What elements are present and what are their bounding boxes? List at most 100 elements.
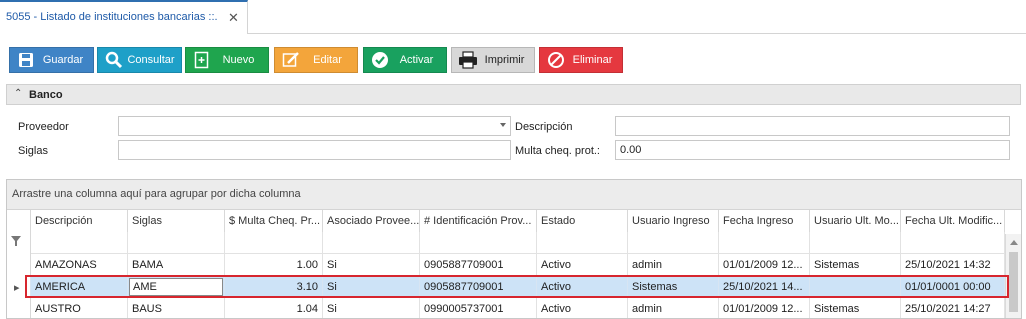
forbidden-icon xyxy=(545,49,567,71)
filter-cell-fecha-ingreso[interactable] xyxy=(719,232,810,254)
cell-usuario-ult-mod[interactable] xyxy=(810,276,901,298)
cell-usuario-ult-mod[interactable]: Sistemas xyxy=(810,298,901,318)
chevron-up-icon[interactable]: ⌃ xyxy=(14,88,22,99)
cell-fecha-ingreso[interactable]: 25/10/2021 14... xyxy=(719,276,810,298)
cell-identificacion[interactable]: 0905887709001 xyxy=(420,276,537,298)
cell-usuario-ingreso[interactable]: admin xyxy=(628,298,719,318)
cell-fecha-ult-mod[interactable]: 25/10/2021 14:32 xyxy=(901,254,1005,276)
multa-value: 0.00 xyxy=(620,144,642,156)
filter-cell-asociado[interactable] xyxy=(323,232,420,254)
edit-button[interactable]: Editar xyxy=(274,47,358,73)
cell-asociado[interactable]: Si xyxy=(323,276,420,298)
cell-identificacion[interactable]: 0990005737001 xyxy=(420,298,537,318)
column-header-asociado[interactable]: Asociado Provee... xyxy=(323,210,420,232)
row-focus-indicator-icon: ▸ xyxy=(7,276,31,298)
column-header-fecha-ingreso[interactable]: Fecha Ingreso xyxy=(719,210,810,232)
table-row-selected[interactable]: ▸ AMERICA AME 3.10 Si 0905887709001 Acti… xyxy=(7,276,1005,298)
save-button[interactable]: Guardar xyxy=(9,47,94,73)
new-button[interactable]: Nuevo xyxy=(185,47,269,73)
cell-estado[interactable]: Activo xyxy=(537,298,628,318)
group-by-area[interactable]: Arrastre una columna aquí para agrupar p… xyxy=(7,180,1021,210)
siglas-label: Siglas xyxy=(18,145,48,157)
tab-listado-instituciones[interactable]: 5055 - Listado de instituciones bancaria… xyxy=(0,0,248,34)
siglas-field[interactable] xyxy=(118,140,511,160)
cell-multa[interactable]: 3.10 xyxy=(225,276,323,298)
table-row[interactable]: AMAZONAS BAMA 1.00 Si 0905887709001 Acti… xyxy=(7,254,1005,276)
search-button[interactable]: Consultar xyxy=(97,47,182,73)
filter-cell-usuario-ult-mod[interactable] xyxy=(810,232,901,254)
descripcion-label: Descripción xyxy=(515,121,573,133)
cell-multa[interactable]: 1.04 xyxy=(225,298,323,318)
activate-button[interactable]: Activar xyxy=(363,47,447,73)
multa-field[interactable]: 0.00 xyxy=(615,140,1010,160)
printer-icon xyxy=(457,49,479,71)
close-icon[interactable]: ✕ xyxy=(228,10,239,26)
cell-asociado[interactable]: Si xyxy=(323,298,420,318)
cell-fecha-ingreso[interactable]: 01/01/2009 12... xyxy=(719,254,810,276)
cell-descripcion[interactable]: AUSTRO xyxy=(31,298,128,318)
save-button-label: Guardar xyxy=(42,54,84,66)
delete-button-label: Eliminar xyxy=(572,54,613,66)
print-button[interactable]: Imprimir xyxy=(451,47,535,73)
filter-row xyxy=(7,232,1005,254)
print-button-label: Imprimir xyxy=(484,54,525,66)
cell-estado[interactable]: Activo xyxy=(537,254,628,276)
column-header-descripcion[interactable]: Descripción xyxy=(31,210,128,232)
activate-button-label: Activar xyxy=(399,54,434,66)
cell-fecha-ingreso[interactable]: 01/01/2009 12... xyxy=(719,298,810,318)
filter-icon[interactable] xyxy=(7,232,31,254)
column-header-fecha-ult-mod[interactable]: Fecha Ult. Modific... xyxy=(901,210,1005,232)
cell-fecha-ult-mod[interactable]: 25/10/2021 14:27 xyxy=(901,298,1005,318)
cell-multa[interactable]: 1.00 xyxy=(225,254,323,276)
column-header-usuario-ult-mod[interactable]: Usuario Ult. Mo... xyxy=(810,210,901,232)
tab-strip: 5055 - Listado de instituciones bancaria… xyxy=(0,0,1026,34)
column-header-identificacion[interactable]: # Identificación Prov... xyxy=(420,210,537,232)
cell-siglas[interactable]: AME xyxy=(128,276,225,298)
filter-cell-siglas[interactable] xyxy=(128,232,225,254)
filter-cell-multa[interactable] xyxy=(225,232,323,254)
cell-estado[interactable]: Activo xyxy=(537,276,628,298)
filter-cell-descripcion[interactable] xyxy=(31,232,128,254)
cell-asociado[interactable]: Si xyxy=(323,254,420,276)
banco-panel-title: Banco xyxy=(29,89,63,101)
column-header-siglas[interactable]: Siglas xyxy=(128,210,225,232)
filter-cell-usuario-ingreso[interactable] xyxy=(628,232,719,254)
multa-label: Multa cheq. prot.: xyxy=(515,145,600,157)
check-circle-icon xyxy=(369,49,391,71)
row-indicator xyxy=(7,254,31,276)
cell-siglas[interactable]: BAUS xyxy=(128,298,225,318)
header-indicator xyxy=(7,210,31,232)
table-row[interactable]: AUSTRO BAUS 1.04 Si 0990005737001 Activo… xyxy=(7,298,1005,318)
cell-descripcion[interactable]: AMAZONAS xyxy=(31,254,128,276)
banco-panel-header[interactable]: ⌃ Banco xyxy=(6,84,1021,105)
proveedor-label: Proveedor xyxy=(18,121,69,133)
new-button-label: Nuevo xyxy=(222,54,255,66)
siglas-cell-editor[interactable]: AME xyxy=(129,278,223,296)
cell-descripcion[interactable]: AMERICA xyxy=(31,276,128,298)
cell-usuario-ult-mod[interactable]: Sistemas xyxy=(810,254,901,276)
column-header-multa[interactable]: $ Multa Cheq. Pr... xyxy=(225,210,323,232)
cell-usuario-ingreso[interactable]: admin xyxy=(628,254,719,276)
filter-cell-fecha-ult-mod[interactable] xyxy=(901,232,1005,254)
search-button-label: Consultar xyxy=(127,54,175,66)
filter-cell-estado[interactable] xyxy=(537,232,628,254)
new-document-icon xyxy=(191,49,213,71)
filter-cell-identificacion[interactable] xyxy=(420,232,537,254)
cell-siglas[interactable]: BAMA xyxy=(128,254,225,276)
banks-grid: Arrastre una columna aquí para agrupar p… xyxy=(6,179,1022,319)
proveedor-combo[interactable] xyxy=(118,116,511,136)
scroll-thumb[interactable] xyxy=(1009,252,1018,312)
edit-icon xyxy=(280,49,302,71)
cell-usuario-ingreso[interactable]: Sistemas xyxy=(628,276,719,298)
scroll-up-icon[interactable] xyxy=(1010,240,1018,245)
column-header-estado[interactable]: Estado xyxy=(537,210,628,232)
column-header-usuario-ingreso[interactable]: Usuario Ingreso xyxy=(628,210,719,232)
tab-title: 5055 - Listado de instituciones bancaria… xyxy=(6,11,218,23)
descripcion-field[interactable] xyxy=(615,116,1010,136)
grid-vertical-scrollbar[interactable] xyxy=(1005,234,1021,318)
delete-button[interactable]: Eliminar xyxy=(539,47,623,73)
floppy-disk-icon xyxy=(15,49,37,71)
cell-identificacion[interactable]: 0905887709001 xyxy=(420,254,537,276)
chevron-down-icon[interactable] xyxy=(500,123,506,127)
cell-fecha-ult-mod[interactable]: 01/01/0001 00:00 xyxy=(901,276,1005,298)
